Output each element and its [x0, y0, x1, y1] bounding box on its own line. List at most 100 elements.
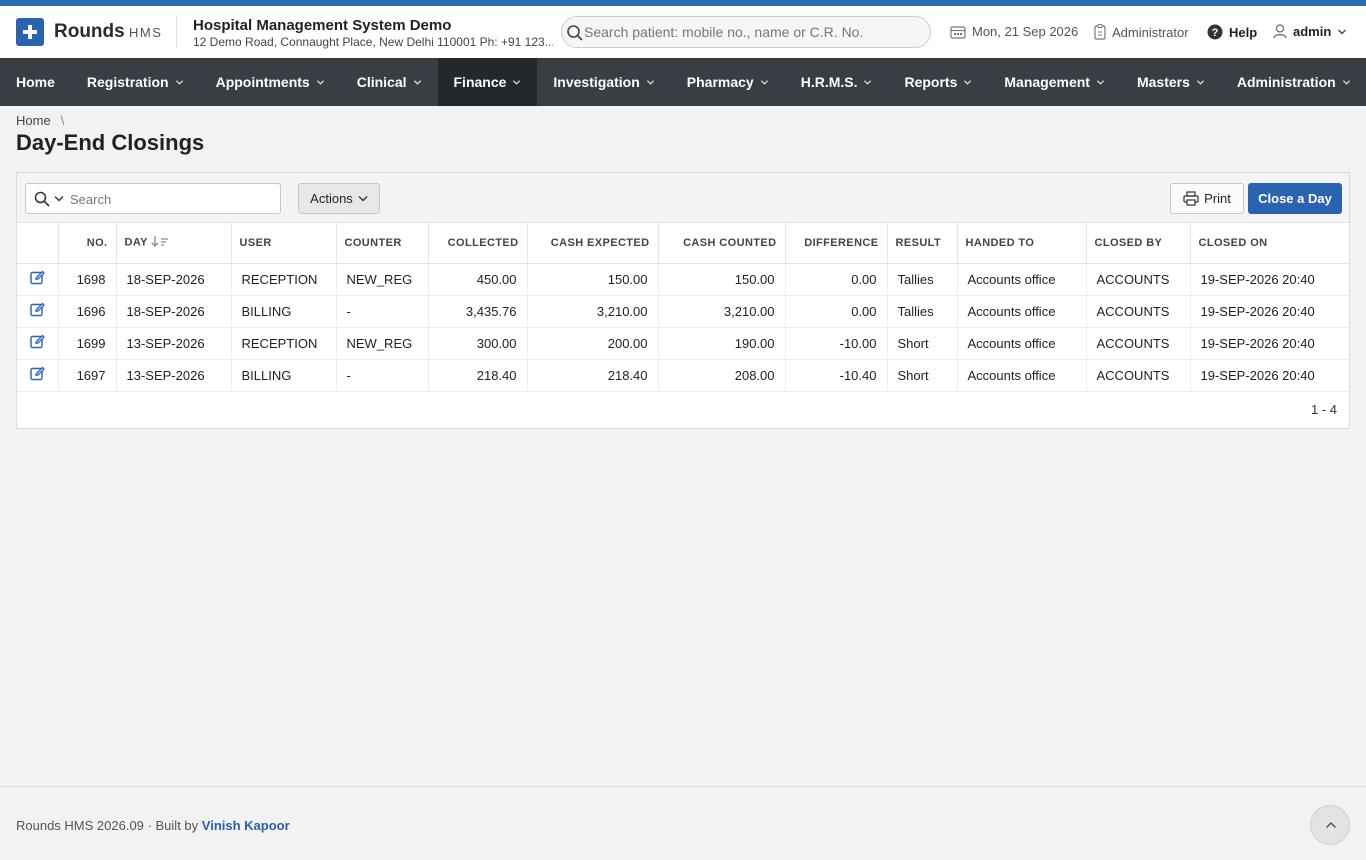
- cell-handed-to: Accounts office: [957, 359, 1087, 392]
- calendar-icon: [950, 25, 966, 39]
- cell-collected: 218.40: [428, 359, 528, 392]
- breadcrumb-home[interactable]: Home: [16, 113, 51, 128]
- cell-closed-on: 19-SEP-2026 20:40: [1190, 327, 1349, 360]
- plus-icon: [23, 25, 37, 39]
- chevron-down-icon: [1196, 79, 1204, 85]
- column-header-counter[interactable]: COUNTER: [336, 223, 429, 264]
- logo[interactable]: [16, 18, 44, 46]
- nav-item-appointments[interactable]: Appointments: [200, 58, 341, 106]
- cell-collected: 3,435.76: [428, 295, 528, 328]
- table-search-input[interactable]: [70, 189, 270, 209]
- cell-collected: 450.00: [428, 263, 528, 296]
- chevron-down-icon: [1338, 29, 1347, 34]
- organization-address: 12 Demo Road, Connaught Place, New Delhi…: [193, 35, 553, 49]
- edit-icon[interactable]: [30, 366, 45, 384]
- table-row: 1696 18-SEP-2026 BILLING -3,435.76 3,210.00 3…: [17, 295, 1349, 328]
- closings-table: NO. DAY USER COUNTER COLLECTED CASH EXPECTED C…: [17, 223, 1349, 392]
- nav-item-registration[interactable]: Registration: [71, 58, 200, 106]
- help-link[interactable]: ? Help: [1207, 24, 1257, 40]
- nav-item-masters[interactable]: Masters: [1121, 58, 1221, 106]
- nav-item-finance[interactable]: Finance: [437, 58, 538, 106]
- chevron-down-icon[interactable]: [54, 195, 64, 203]
- column-header-label: DAY: [124, 236, 148, 249]
- chevron-down-icon: [1096, 79, 1105, 85]
- breadcrumb-separator: \: [60, 113, 65, 128]
- brand-name[interactable]: Rounds: [54, 21, 125, 43]
- column-header-label: COUNTER: [344, 236, 402, 249]
- close-day-button[interactable]: Close a Day: [1248, 183, 1342, 214]
- column-header-difference[interactable]: DIFFERENCE: [785, 223, 888, 264]
- table-search[interactable]: [25, 183, 281, 214]
- scroll-to-top-button[interactable]: [1310, 805, 1350, 845]
- nav-item-investigation[interactable]: Investigation: [537, 58, 670, 106]
- edit-cell: [17, 359, 59, 392]
- edit-icon[interactable]: [30, 270, 45, 288]
- column-header-result[interactable]: RESULT: [887, 223, 958, 264]
- nav-item-h-r-m-s[interactable]: H.R.M.S.: [785, 58, 889, 106]
- footer-author-link[interactable]: Vinish Kapoor: [202, 818, 290, 833]
- organization-name: Hospital Management System Demo: [193, 17, 452, 34]
- cell-cash-counted: 208.00: [658, 359, 786, 392]
- column-header-closed-by[interactable]: CLOSED BY: [1086, 223, 1191, 264]
- print-label: Print: [1204, 191, 1231, 206]
- column-header-user[interactable]: USER: [231, 223, 337, 264]
- cell-result: Tallies: [887, 295, 958, 328]
- column-header-closed-on[interactable]: CLOSED ON: [1190, 223, 1349, 264]
- cell-counter: -: [336, 359, 429, 392]
- chevron-down-icon: [864, 79, 872, 85]
- footer-dot: ·: [147, 818, 152, 833]
- table-row: 1699 13-SEP-2026 RECEPTION NEW_REG 300.00 200…: [17, 327, 1349, 360]
- print-button[interactable]: Print: [1170, 183, 1244, 214]
- role-switcher[interactable]: Administrator: [1094, 24, 1189, 40]
- chevron-down-icon: [316, 79, 324, 85]
- cell-user: BILLING: [231, 359, 337, 392]
- edit-icon[interactable]: [30, 334, 45, 352]
- cell-difference: -10.40: [785, 359, 888, 392]
- nav-item-management[interactable]: Management: [988, 58, 1121, 106]
- cell-closed-by: ACCOUNTS: [1086, 263, 1191, 296]
- nav-item-label: Clinical: [356, 74, 407, 90]
- column-header-cash-counted[interactable]: CASH COUNTED: [658, 223, 786, 264]
- user-menu[interactable]: admin: [1273, 24, 1347, 39]
- current-date[interactable]: Mon, 21 Sep 2026: [950, 24, 1078, 39]
- column-header-handed-to[interactable]: HANDED TO: [957, 223, 1087, 264]
- cell-difference: -10.00: [785, 327, 888, 360]
- column-header-cash-expected[interactable]: CASH EXPECTED: [527, 223, 659, 264]
- cell-cash-counted: 150.00: [658, 263, 786, 296]
- column-header-day[interactable]: DAY: [116, 223, 232, 264]
- chevron-down-icon: [964, 79, 972, 85]
- cell-user: RECEPTION: [231, 263, 337, 296]
- column-header-label: CLOSED ON: [1198, 236, 1268, 249]
- close-day-label: Close a Day: [1258, 191, 1332, 206]
- nav-item-label: Management: [1004, 74, 1090, 90]
- nav-item-clinical[interactable]: Clinical: [341, 58, 438, 106]
- edit-icon[interactable]: [30, 302, 45, 320]
- chevron-down-icon: [413, 79, 421, 85]
- nav-item-label: Appointments: [215, 74, 310, 90]
- cell-user: BILLING: [231, 295, 337, 328]
- column-header-collected[interactable]: COLLECTED: [428, 223, 528, 264]
- patient-search-input[interactable]: [584, 21, 924, 43]
- column-header-label: NO.: [86, 236, 108, 249]
- column-header-edit: [17, 223, 59, 264]
- cell-cash-counted: 190.00: [658, 327, 786, 360]
- cell-day: 18-SEP-2026: [116, 295, 232, 328]
- cell-day: 18-SEP-2026: [116, 263, 232, 296]
- nav-item-reports[interactable]: Reports: [888, 58, 988, 106]
- badge-icon: [1094, 24, 1106, 40]
- current-date-text: Mon, 21 Sep 2026: [972, 24, 1079, 39]
- cell-closed-by: ACCOUNTS: [1086, 295, 1191, 328]
- cell-closed-on: 19-SEP-2026 20:40: [1190, 359, 1349, 392]
- edit-cell: [17, 295, 59, 328]
- footer-version: Rounds HMS 2026.09: [16, 818, 144, 833]
- nav-item-administration[interactable]: Administration: [1221, 58, 1366, 106]
- nav-item-label: Administration: [1236, 74, 1336, 90]
- nav-item-home[interactable]: Home: [0, 58, 71, 106]
- nav-item-label: Home: [16, 74, 55, 90]
- nav-item-pharmacy[interactable]: Pharmacy: [671, 58, 785, 106]
- column-header-no[interactable]: NO.: [58, 223, 117, 264]
- patient-search[interactable]: [561, 16, 931, 48]
- actions-button[interactable]: Actions: [298, 183, 380, 214]
- nav-item-label: Finance: [453, 74, 507, 90]
- cell-no: 1699: [58, 327, 117, 360]
